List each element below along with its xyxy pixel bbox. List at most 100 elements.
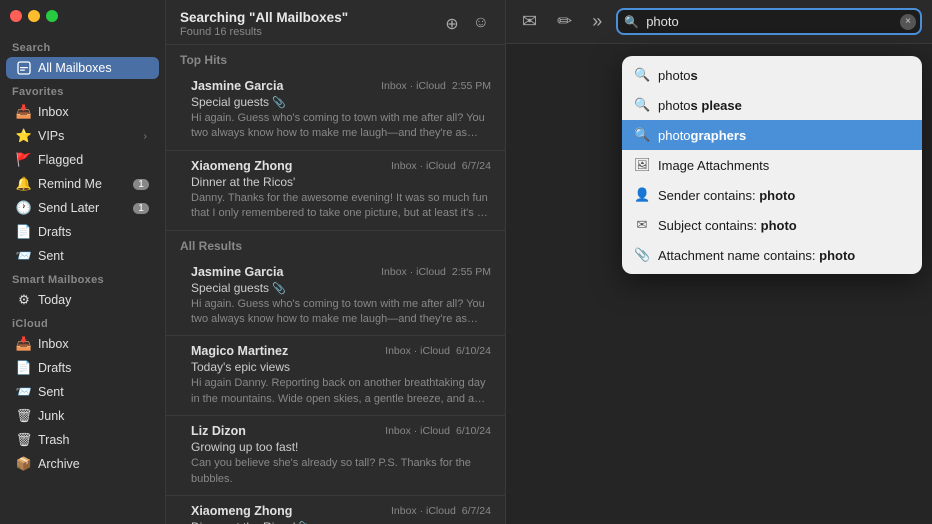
message-subject: Today's epic views [180, 360, 491, 374]
message-time: 2:55 PM [452, 266, 491, 278]
message-preview: Hi again Danny. Reporting back on anothe… [180, 376, 491, 407]
send-later-icon: 🕐 [16, 200, 32, 216]
unread-dot [180, 348, 187, 355]
add-button[interactable]: ⊕ [443, 12, 460, 36]
message-location: Inbox · iCloud [385, 345, 450, 357]
sidebar-item-icloud-trash[interactable]: 🗑 Trash [6, 429, 159, 451]
favorites-label: Favorites [0, 80, 165, 100]
all-mailboxes-label: All Mailboxes [38, 61, 149, 75]
message-subject: Dinner at the Ricos' [180, 175, 491, 189]
more-icon-button[interactable]: » [586, 7, 608, 36]
sidebar-item-sent[interactable]: 📨 Sent [6, 245, 159, 267]
message-sender: Magico Martinez [191, 344, 288, 358]
unread-dot [180, 162, 187, 169]
sidebar-item-icloud-inbox[interactable]: 📥 Inbox [6, 333, 159, 355]
autocomplete-item-subject-contains[interactable]: ✉ Subject contains: photo [622, 210, 922, 240]
message-subject: Special guests 📎 [180, 95, 491, 109]
compose-icon-button[interactable]: ✏ [551, 7, 578, 36]
search-results-header: Searching "All Mailboxes" Found 16 resul… [180, 10, 348, 38]
sidebar-item-icloud-sent[interactable]: 📨 Sent [6, 381, 159, 403]
message-time: 6/10/24 [456, 425, 491, 437]
message-item[interactable]: Liz Dizon Inbox · iCloud 6/10/24 Growing… [166, 416, 505, 496]
fullscreen-button[interactable] [46, 10, 58, 22]
flagged-icon: 🚩 [16, 152, 32, 168]
message-list-panel: Searching "All Mailboxes" Found 16 resul… [166, 0, 506, 524]
message-time: 6/7/24 [462, 505, 491, 517]
message-meta: Inbox · iCloud 6/10/24 [385, 345, 491, 357]
message-sender: Liz Dizon [191, 424, 246, 438]
sender-row: Xiaomeng Zhong [180, 504, 292, 518]
remind-me-icon: 🔔 [16, 176, 32, 192]
sidebar-item-drafts[interactable]: 📄 Drafts [6, 221, 159, 243]
search-suggestion-icon: 🔍 [634, 127, 650, 143]
message-meta: Inbox · iCloud 6/10/24 [385, 425, 491, 437]
message-meta: Inbox · iCloud 6/7/24 [391, 505, 491, 517]
autocomplete-text: photos please [658, 98, 742, 113]
message-sender: Jasmine Garcia [191, 79, 283, 93]
message-preview: Hi again. Guess who's coming to town wit… [180, 111, 491, 142]
message-time: 6/10/24 [456, 345, 491, 357]
attachment-name-icon: 📎 [634, 247, 650, 263]
today-icon: ⚙ [16, 292, 32, 308]
image-attachments-icon: 🖼 [634, 157, 650, 173]
search-title: Searching "All Mailboxes" [180, 10, 348, 25]
sender-row: Magico Martinez [180, 344, 288, 358]
sidebar-item-icloud-archive[interactable]: 📦 Archive [6, 453, 159, 475]
preview-panel: ✉ ✏ » 🔍 × 🔍 photos 🔍 photos please 🔍 pho… [506, 0, 932, 524]
unread-dot [180, 507, 187, 514]
message-item[interactable]: Xiaomeng Zhong Inbox · iCloud 6/7/24 Din… [166, 151, 505, 231]
message-location: Inbox · iCloud [381, 80, 446, 92]
autocomplete-item-sender-contains[interactable]: 👤 Sender contains: photo [622, 180, 922, 210]
sidebar-item-today[interactable]: ⚙ Today [6, 289, 159, 311]
sidebar-item-flagged[interactable]: 🚩 Flagged [6, 149, 159, 171]
sidebar-item-icloud-junk[interactable]: 🗑 Junk [6, 405, 159, 427]
vips-chevron: › [144, 131, 147, 142]
remind-me-badge: 1 [133, 179, 149, 190]
search-section-label: Search [0, 36, 165, 56]
autocomplete-item-attachment-contains[interactable]: 📎 Attachment name contains: photo [622, 240, 922, 270]
drafts-icon: 📄 [16, 224, 32, 240]
message-sender: Xiaomeng Zhong [191, 504, 292, 518]
message-meta: Inbox · iCloud 2:55 PM [381, 266, 491, 278]
message-location: Inbox · iCloud [391, 505, 456, 517]
unread-dot [180, 268, 187, 275]
search-clear-button[interactable]: × [900, 14, 916, 30]
close-button[interactable] [10, 10, 22, 22]
sidebar: Search All Mailboxes Favorites 📥 Inbox ⭐… [0, 0, 166, 524]
message-header: Liz Dizon Inbox · iCloud 6/10/24 [180, 424, 491, 438]
message-item[interactable]: Jasmine Garcia Inbox · iCloud 2:55 PM Sp… [166, 257, 505, 337]
search-bar-container: 🔍 × 🔍 photos 🔍 photos please 🔍 photograp… [616, 8, 922, 35]
top-hits-label: Top Hits [166, 45, 505, 71]
minimize-button[interactable] [28, 10, 40, 22]
sidebar-item-remind-me[interactable]: 🔔 Remind Me 1 [6, 173, 159, 195]
message-list: Top Hits Jasmine Garcia Inbox · iCloud 2… [166, 45, 505, 524]
main-header: Searching "All Mailboxes" Found 16 resul… [166, 0, 505, 45]
sidebar-item-vips[interactable]: ⭐ VIPs › [6, 125, 159, 147]
sidebar-item-all-mailboxes[interactable]: All Mailboxes [6, 57, 159, 79]
message-location: Inbox · iCloud [391, 160, 456, 172]
autocomplete-text: Subject contains: photo [658, 218, 797, 233]
search-subtitle: Found 16 results [180, 26, 348, 38]
icloud-trash-icon: 🗑 [16, 432, 32, 448]
icloud-label: iCloud [0, 312, 165, 332]
sender-row: Liz Dizon [180, 424, 246, 438]
smart-mailboxes-label: Smart Mailboxes [0, 268, 165, 288]
sidebar-item-icloud-drafts[interactable]: 📄 Drafts [6, 357, 159, 379]
mail-icon-button[interactable]: ✉ [516, 7, 543, 36]
sidebar-item-send-later[interactable]: 🕐 Send Later 1 [6, 197, 159, 219]
sidebar-item-inbox[interactable]: 📥 Inbox [6, 101, 159, 123]
emoji-button[interactable]: ☺ [471, 12, 491, 36]
message-item[interactable]: Jasmine Garcia Inbox · iCloud 2:55 PM Sp… [166, 71, 505, 151]
autocomplete-item-photos-please[interactable]: 🔍 photos please [622, 90, 922, 120]
message-location: Inbox · iCloud [381, 266, 446, 278]
message-preview: Hi again. Guess who's coming to town wit… [180, 297, 491, 328]
autocomplete-item-photographers[interactable]: 🔍 photographers [622, 120, 922, 150]
sender-row: Jasmine Garcia [180, 79, 283, 93]
message-item[interactable]: Magico Martinez Inbox · iCloud 6/10/24 T… [166, 336, 505, 416]
autocomplete-item-image-attachments[interactable]: 🖼 Image Attachments [622, 150, 922, 180]
autocomplete-text: photos [658, 68, 698, 83]
autocomplete-item-photos[interactable]: 🔍 photos [622, 60, 922, 90]
message-item[interactable]: Xiaomeng Zhong Inbox · iCloud 6/7/24 Din… [166, 496, 505, 524]
search-input[interactable] [616, 8, 922, 35]
message-header: Magico Martinez Inbox · iCloud 6/10/24 [180, 344, 491, 358]
